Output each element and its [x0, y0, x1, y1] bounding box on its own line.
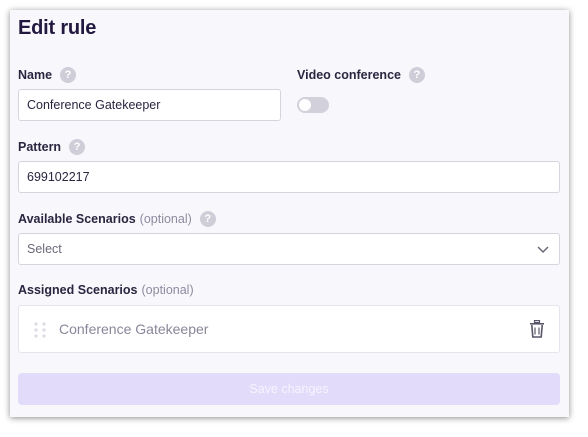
pattern-field-value: 699102217	[27, 170, 90, 184]
video-conference-toggle[interactable]	[297, 97, 329, 113]
name-field-value: Conference Gatekeeper	[27, 98, 161, 112]
available-scenarios-select[interactable]: Select	[18, 233, 560, 265]
assigned-scenarios-label: Assigned Scenarios	[18, 283, 138, 297]
name-label-row: Name ?	[18, 67, 77, 83]
video-conference-label-row: Video conference ?	[297, 67, 425, 83]
chevron-down-icon	[537, 246, 549, 254]
assigned-scenarios-label-row: Assigned Scenarios (optional)	[18, 283, 194, 297]
select-placeholder: Select	[27, 242, 62, 256]
video-conference-label: Video conference	[297, 68, 401, 82]
pattern-label-row: Pattern ?	[18, 139, 86, 155]
help-icon[interactable]: ?	[69, 139, 86, 155]
available-scenarios-label: Available Scenarios	[18, 212, 136, 226]
assigned-scenario-item[interactable]: Conference Gatekeeper	[18, 305, 560, 353]
optional-hint: (optional)	[141, 283, 194, 297]
help-icon[interactable]: ?	[60, 67, 77, 83]
drag-handle-icon[interactable]	[33, 322, 47, 338]
help-icon[interactable]: ?	[199, 211, 216, 227]
page-title: Edit rule	[18, 17, 97, 39]
assigned-scenario-label: Conference Gatekeeper	[59, 321, 209, 337]
edit-rule-panel: Edit rule Name ? Conference Gatekeeper V…	[10, 10, 569, 417]
name-label: Name	[18, 68, 53, 82]
pattern-label: Pattern	[18, 140, 62, 154]
available-scenarios-label-row: Available Scenarios (optional) ?	[18, 211, 216, 227]
help-icon[interactable]: ?	[408, 67, 425, 83]
trash-icon[interactable]	[529, 320, 545, 338]
toggle-knob	[299, 99, 311, 111]
pattern-field[interactable]: 699102217	[18, 161, 560, 193]
optional-hint: (optional)	[139, 212, 192, 226]
save-changes-button[interactable]: Save changes	[18, 373, 560, 405]
name-field[interactable]: Conference Gatekeeper	[18, 89, 281, 121]
